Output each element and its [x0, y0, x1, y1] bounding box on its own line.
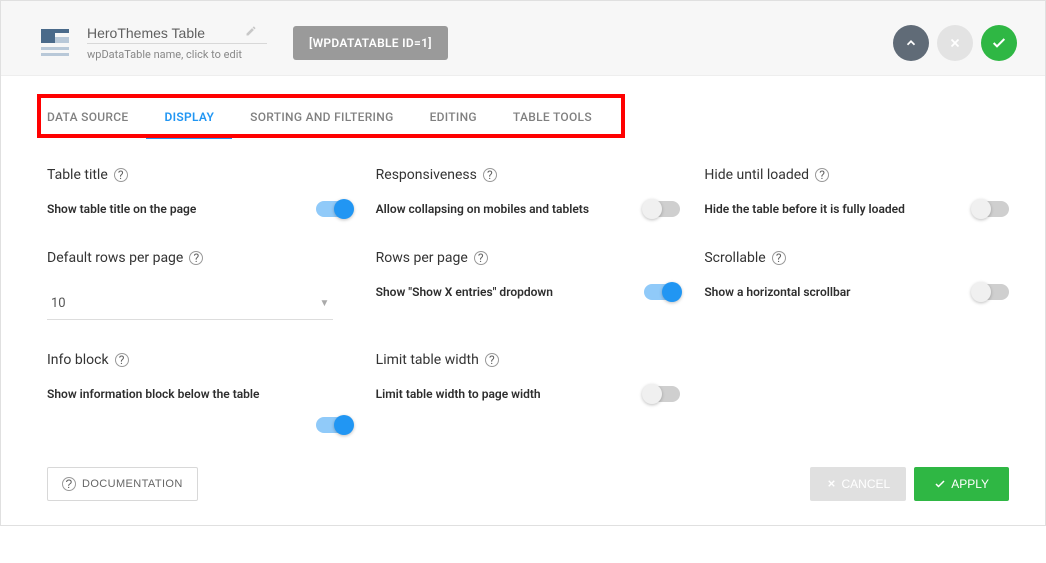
collapse-button[interactable]: [893, 25, 929, 61]
toggle-info-block[interactable]: [316, 417, 352, 433]
help-icon[interactable]: ?: [483, 168, 497, 182]
cancel-label: CANCEL: [842, 477, 891, 491]
setting-default-rows: Default rows per page ? 10 ▼: [47, 250, 352, 320]
tab-editing[interactable]: EDITING: [412, 102, 495, 139]
setting-title-text: Table title: [47, 167, 108, 183]
check-icon: [934, 478, 946, 490]
setting-desc: Allow collapsing on mobiles and tablets: [376, 201, 645, 218]
toggle-scrollable[interactable]: [973, 284, 1009, 300]
setting-scrollable: Scrollable ? Show a horizontal scrollbar: [704, 250, 1009, 320]
setting-info-block: Info block ? Show information block belo…: [47, 352, 352, 433]
toggle-hide-until-loaded[interactable]: [973, 201, 1009, 217]
setting-title-text: Info block: [47, 352, 109, 368]
tab-table-tools[interactable]: TABLE TOOLS: [495, 102, 610, 139]
settings-grid: Table title ? Show table title on the pa…: [1, 139, 1045, 451]
tab-data-source[interactable]: DATA SOURCE: [37, 102, 146, 139]
select-value: 10: [51, 296, 66, 311]
shortcode-badge: [WPDATATABLE ID=1]: [293, 26, 448, 60]
setting-title: Hide until loaded ?: [704, 167, 1009, 183]
help-icon[interactable]: ?: [114, 168, 128, 182]
tabs-container: DATA SOURCE DISPLAY SORTING AND FILTERIN…: [1, 76, 1045, 139]
tabs: DATA SOURCE DISPLAY SORTING AND FILTERIN…: [37, 76, 1009, 139]
toggle-limit-width[interactable]: [644, 386, 680, 402]
tab-display[interactable]: DISPLAY: [146, 102, 232, 139]
title-row[interactable]: [87, 25, 267, 44]
help-icon[interactable]: ?: [115, 353, 129, 367]
help-icon[interactable]: ?: [815, 168, 829, 182]
setting-desc: Limit table width to page width: [376, 386, 645, 403]
footer-actions: CANCEL APPLY: [810, 467, 1010, 501]
setting-title: Default rows per page ?: [47, 250, 352, 266]
table-name-input[interactable]: [87, 25, 237, 41]
setting-desc: Show a horizontal scrollbar: [704, 284, 973, 301]
pencil-icon: [245, 25, 257, 41]
help-icon[interactable]: ?: [485, 353, 499, 367]
setting-title-text: Default rows per page: [47, 250, 183, 266]
toggle-responsiveness[interactable]: [644, 201, 680, 217]
documentation-button[interactable]: ? DOCUMENTATION: [47, 467, 198, 501]
setting-title: Responsiveness ?: [376, 167, 681, 183]
table-name-hint: wpDataTable name, click to edit: [87, 48, 267, 61]
toggle-table-title[interactable]: [316, 201, 352, 217]
title-block: wpDataTable name, click to edit: [87, 25, 267, 61]
setting-responsiveness: Responsiveness ? Allow collapsing on mob…: [376, 167, 681, 218]
setting-title: Limit table width ?: [376, 352, 681, 368]
help-icon[interactable]: ?: [474, 251, 488, 265]
setting-title-text: Rows per page: [376, 250, 468, 266]
apply-circle-button[interactable]: [981, 25, 1017, 61]
setting-title-text: Limit table width: [376, 352, 479, 368]
setting-table-title: Table title ? Show table title on the pa…: [47, 167, 352, 218]
setting-title-text: Hide until loaded: [704, 167, 809, 183]
help-icon[interactable]: ?: [189, 251, 203, 265]
setting-hide-until-loaded: Hide until loaded ? Hide the table befor…: [704, 167, 1009, 218]
setting-desc: Show information block below the table: [47, 386, 352, 403]
setting-title: Rows per page ?: [376, 250, 681, 266]
setting-title-text: Scrollable: [704, 250, 765, 266]
panel-footer: ? DOCUMENTATION CANCEL APPLY: [1, 451, 1045, 525]
documentation-label: DOCUMENTATION: [82, 478, 183, 490]
apply-button[interactable]: APPLY: [914, 467, 1009, 501]
setting-rows-per-page: Rows per page ? Show "Show X entries" dr…: [376, 250, 681, 320]
panel-header: wpDataTable name, click to edit [WPDATAT…: [1, 1, 1045, 76]
header-actions: [893, 25, 1017, 61]
tab-sorting-filtering[interactable]: SORTING AND FILTERING: [232, 102, 411, 139]
cancel-button[interactable]: CANCEL: [810, 467, 907, 501]
setting-title: Scrollable ?: [704, 250, 1009, 266]
setting-title: Info block ?: [47, 352, 352, 368]
caret-down-icon: ▼: [319, 298, 329, 309]
close-icon: [826, 478, 837, 489]
setting-desc: Hide the table before it is fully loaded: [704, 201, 973, 218]
default-rows-select[interactable]: 10 ▼: [47, 288, 333, 320]
setting-limit-width: Limit table width ? Limit table width to…: [376, 352, 681, 433]
wpdatatables-logo-icon: [37, 25, 73, 61]
settings-panel: wpDataTable name, click to edit [WPDATAT…: [0, 0, 1046, 526]
toggle-rows-per-page[interactable]: [644, 284, 680, 300]
help-icon[interactable]: ?: [772, 251, 786, 265]
help-icon: ?: [62, 477, 76, 491]
apply-label: APPLY: [951, 477, 989, 491]
setting-title-text: Responsiveness: [376, 167, 477, 183]
close-button[interactable]: [937, 25, 973, 61]
setting-desc: Show "Show X entries" dropdown: [376, 284, 645, 301]
setting-desc: Show table title on the page: [47, 201, 316, 218]
setting-title: Table title ?: [47, 167, 352, 183]
